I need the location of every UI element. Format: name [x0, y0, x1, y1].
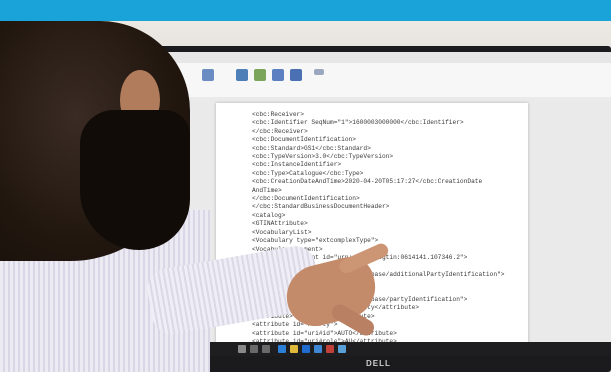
beard [80, 110, 190, 250]
monitor-logo: DELL [366, 359, 391, 368]
xml-line: <cbc:TypeVersion>3.0</cbc:TypeVersion> [252, 153, 394, 161]
picture-icon [236, 69, 248, 81]
window-titlebar [150, 52, 611, 63]
xml-line: <attribute>+61 (0)3 9</attribute> [252, 312, 375, 320]
start-icon [238, 345, 246, 353]
xml-line: <cbc:Receiver> [252, 111, 304, 118]
photo: <cbc:Receiver> <cbc:Identifier SeqNum="1"… [0, 0, 611, 372]
xml-line: <VocabularyList> [252, 228, 312, 236]
xml-line: <attribute id="/Party"> [252, 321, 338, 329]
xml-line: </cbc:DocumentIdentification> [252, 195, 360, 203]
xml-line: </cbc:Receiver> [252, 127, 308, 135]
datetime-icon [272, 69, 284, 81]
xml-line: </cbc:StandardBusinessDocumentHeader> [252, 203, 390, 211]
xml-line: <cbc:Type>Catalogue</cbc:Type> [252, 169, 364, 177]
store-icon [314, 345, 322, 353]
search-icon [250, 345, 258, 353]
paint-icon [254, 69, 266, 81]
xml-line: <catalog> [252, 211, 286, 219]
format-icon [202, 69, 214, 81]
xml-line: <cbc:DocumentIdentification> [252, 136, 356, 144]
browser-icon [278, 345, 286, 353]
find-icon [314, 69, 324, 75]
brand-band [0, 0, 611, 21]
xml-line: <GTINAttribute> [252, 220, 308, 228]
app-icon [326, 345, 334, 353]
xml-line: <cbc:Identifier SeqNum="1">1600003000000… [252, 119, 464, 127]
taskbar [150, 342, 611, 356]
editor-ribbon [150, 63, 611, 98]
notepad-icon [338, 345, 346, 353]
insert-object-icon [290, 69, 302, 81]
mail-icon [302, 345, 310, 353]
xml-line: <cbc:Standard>GS1</cbc:Standard> [252, 144, 371, 152]
explorer-icon [290, 345, 298, 353]
xml-line: AndTime> [252, 186, 282, 194]
xml-line: <cbc:InstanceIdentifier> [252, 161, 342, 169]
taskview-icon [262, 345, 270, 353]
xml-line: <attribute id="uri#id">AUTO</attribute> [252, 329, 397, 337]
xml-line: <cbc:CreationDateAndTime>2020-04-20T05:1… [252, 178, 483, 186]
